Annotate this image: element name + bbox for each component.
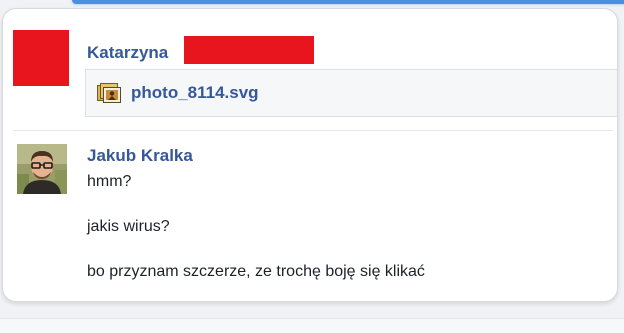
message-text: jakis wirus? xyxy=(87,218,170,235)
redacted-surname xyxy=(184,36,314,64)
redacted-avatar xyxy=(13,30,69,86)
next-item-edge xyxy=(0,318,624,333)
avatar-photo-icon xyxy=(17,144,67,194)
sender-name-link[interactable]: Katarzyna xyxy=(87,43,168,63)
attachment-file-name[interactable]: photo_8114.svg xyxy=(131,83,259,103)
message-text: bo przyznam szczerze, ze trochę boję się… xyxy=(87,263,425,280)
file-attachment[interactable]: photo_8114.svg xyxy=(85,69,617,117)
image-file-icon xyxy=(97,83,121,103)
author-name-link[interactable]: Jakub Kralka xyxy=(87,146,193,166)
focus-highlight-bar xyxy=(72,0,624,4)
message-divider xyxy=(13,130,613,131)
message-thread-view: Katarzyna photo_8114.svg Jakub Kralka hm… xyxy=(0,0,624,333)
user-avatar[interactable] xyxy=(17,144,67,194)
message-text: hmm? xyxy=(87,173,132,190)
conversation-card: Katarzyna photo_8114.svg Jakub Kralka hm… xyxy=(2,8,618,302)
